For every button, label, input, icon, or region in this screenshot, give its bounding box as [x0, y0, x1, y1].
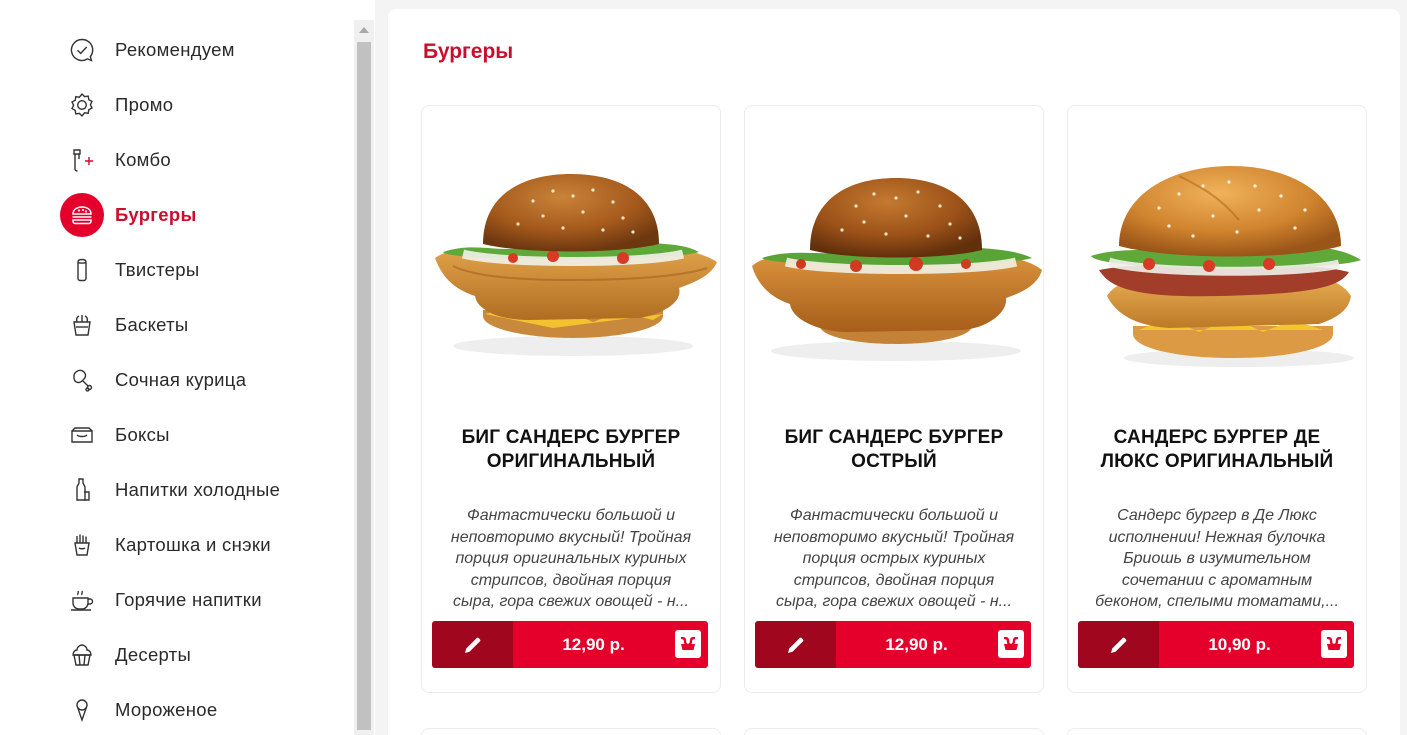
- product-price: 12,90 р.: [562, 634, 625, 654]
- product-description-line: порция острых куриных: [802, 550, 986, 567]
- product-name: БИГ САНДЕРС БУРГЕР ОСТРЫЙ: [784, 427, 1004, 472]
- product-description-line: Фантастически большой и: [467, 507, 675, 524]
- product-description-line: Сандерс бургер в Де Люкс: [1117, 507, 1317, 524]
- sidebar-item-twisters[interactable]: Твистеры: [60, 242, 350, 297]
- category-sidebar: Рекомендуем Промо Комбо Бургеры Твистеры: [0, 0, 375, 735]
- sidebar-item-ice-cream[interactable]: Мороженое: [60, 682, 350, 735]
- product-card-partial[interactable]: [1067, 728, 1367, 735]
- burger-spicy-photo[interactable]: [746, 146, 1042, 371]
- product-card-partial[interactable]: [421, 728, 721, 735]
- pencil-icon: [1110, 637, 1126, 653]
- sidebar-item-chicken[interactable]: Сочная курица: [60, 352, 350, 407]
- product-action-bar: 10,90 р.: [1078, 621, 1354, 668]
- promo-gear-icon: [60, 83, 104, 127]
- product-description: Фантастически большой и неповторимо вкус…: [436, 505, 706, 613]
- add-to-cart-button[interactable]: 10,90 р.: [1159, 621, 1354, 668]
- sidebar-item-label: Картошка и снэки: [115, 533, 271, 555]
- sidebar-scrollbar[interactable]: [354, 20, 374, 735]
- basket-icon: [60, 303, 104, 347]
- product-description-line: стрипсов, двойная порция: [793, 571, 995, 589]
- product-card[interactable]: САНДЕРС БУРГЕР ДЕ ЛЮКС ОРИГИНАЛЬНЫЙ Санд…: [1067, 105, 1367, 693]
- fries-icon: [60, 523, 104, 567]
- sidebar-item-label: Десерты: [115, 643, 192, 665]
- product-action-bar: 12,90 р.: [755, 621, 1031, 668]
- sidebar-item-label: Баскеты: [115, 313, 189, 335]
- product-description-line: стрипсов, двойная порция: [470, 571, 672, 589]
- pencil-icon: [464, 637, 480, 653]
- product-card[interactable]: БИГ САНДЕРС БУРГЕР ОРИГИНАЛЬНЫЙ Фантасти…: [421, 105, 721, 693]
- product-description-line: Бриошь в изумительном: [1123, 550, 1311, 567]
- sidebar-item-label: Твистеры: [115, 258, 200, 280]
- product-description-line: неповторимо вкусный! Тройная: [450, 528, 692, 546]
- twister-icon: [60, 248, 104, 292]
- customize-button[interactable]: [1078, 621, 1159, 668]
- sidebar-item-label: Напитки холодные: [115, 478, 281, 500]
- scrollbar-thumb[interactable]: [357, 42, 371, 730]
- cold-drink-icon: [60, 468, 104, 512]
- shopping-bag-icon[interactable]: [675, 630, 701, 658]
- check-bubble-icon: [60, 28, 104, 72]
- product-price: 12,90 р.: [885, 634, 948, 654]
- category-list: Рекомендуем Промо Комбо Бургеры Твистеры: [60, 22, 350, 735]
- sidebar-item-label: Бургеры: [115, 203, 197, 225]
- product-name: БИГ САНДЕРС БУРГЕР ОРИГИНАЛЬНЫЙ: [461, 427, 681, 472]
- sidebar-item-baskets[interactable]: Баскеты: [60, 297, 350, 352]
- burger-icon: [60, 192, 104, 237]
- sidebar-item-label: Боксы: [115, 423, 170, 445]
- product-description-line: Фантастически большой и: [790, 507, 998, 524]
- sidebar-item-promo[interactable]: Промо: [60, 77, 350, 132]
- sidebar-item-combo[interactable]: Комбо: [60, 132, 350, 187]
- product-description-line: исполнении! Нежная булочка: [1108, 528, 1326, 546]
- sidebar-item-desserts[interactable]: Десерты: [60, 627, 350, 682]
- chicken-leg-icon: [60, 358, 104, 402]
- product-name: САНДЕРС БУРГЕР ДЕ ЛЮКС ОРИГИНАЛЬНЫЙ: [1100, 427, 1334, 472]
- menu-panel: Бургеры БИГ САНДЕРС БУРГЕР ОРИГИНАЛЬНЫЙ …: [388, 9, 1400, 735]
- burger-deluxe-photo[interactable]: [1069, 146, 1365, 371]
- product-description: Фантастически большой и неповторимо вкус…: [759, 505, 1029, 613]
- sidebar-item-fries[interactable]: Картошка и снэки: [60, 517, 350, 572]
- product-description-line: неповторимо вкусный! Тройная: [773, 528, 1015, 546]
- sidebar-item-label: Мороженое: [115, 698, 218, 720]
- add-to-cart-button[interactable]: 12,90 р.: [836, 621, 1031, 668]
- shopping-bag-icon[interactable]: [998, 630, 1024, 658]
- product-description: Сандерс бургер в Де Люкс исполнении! Неж…: [1082, 505, 1352, 613]
- product-description-line: порция оригинальных куриных: [455, 550, 687, 567]
- pencil-icon: [787, 637, 803, 653]
- sidebar-item-burgers[interactable]: Бургеры: [60, 187, 350, 242]
- product-card-partial[interactable]: [744, 728, 1044, 735]
- product-description-line: сыра, гора свежих овощей - н...: [776, 593, 1012, 610]
- customize-button[interactable]: [432, 621, 513, 668]
- product-action-bar: 12,90 р.: [432, 621, 708, 668]
- sidebar-item-label: Рекомендуем: [115, 38, 235, 60]
- hot-drink-icon: [60, 578, 104, 622]
- ice-cream-icon: [60, 688, 104, 732]
- customize-button[interactable]: [755, 621, 836, 668]
- shopping-bag-icon[interactable]: [1321, 630, 1347, 658]
- dessert-icon: [60, 633, 104, 677]
- product-description-line: сочетании с ароматным: [1121, 571, 1313, 589]
- sidebar-item-recommend[interactable]: Рекомендуем: [60, 22, 350, 77]
- sidebar-item-hot-drinks[interactable]: Горячие напитки: [60, 572, 350, 627]
- product-description-line: беконом, спелыми томатами,...: [1095, 593, 1339, 610]
- sidebar-item-boxes[interactable]: Боксы: [60, 407, 350, 462]
- product-price: 10,90 р.: [1208, 634, 1271, 654]
- product-card[interactable]: БИГ САНДЕРС БУРГЕР ОСТРЫЙ Фантастически …: [744, 105, 1044, 693]
- sidebar-item-label: Комбо: [115, 148, 171, 170]
- combo-plus-icon: [60, 138, 104, 182]
- box-icon: [60, 413, 104, 457]
- add-to-cart-button[interactable]: 12,90 р.: [513, 621, 708, 668]
- sidebar-item-label: Горячие напитки: [115, 588, 262, 610]
- sidebar-item-label: Сочная курица: [115, 368, 247, 390]
- scroll-up-arrow-icon[interactable]: [354, 20, 374, 40]
- section-title: Бургеры: [423, 40, 514, 63]
- sidebar-item-cold-drinks[interactable]: Напитки холодные: [60, 462, 350, 517]
- product-description-line: сыра, гора свежих овощей - н...: [453, 593, 689, 610]
- burger-original-photo[interactable]: [423, 146, 719, 371]
- sidebar-item-label: Промо: [115, 93, 174, 115]
